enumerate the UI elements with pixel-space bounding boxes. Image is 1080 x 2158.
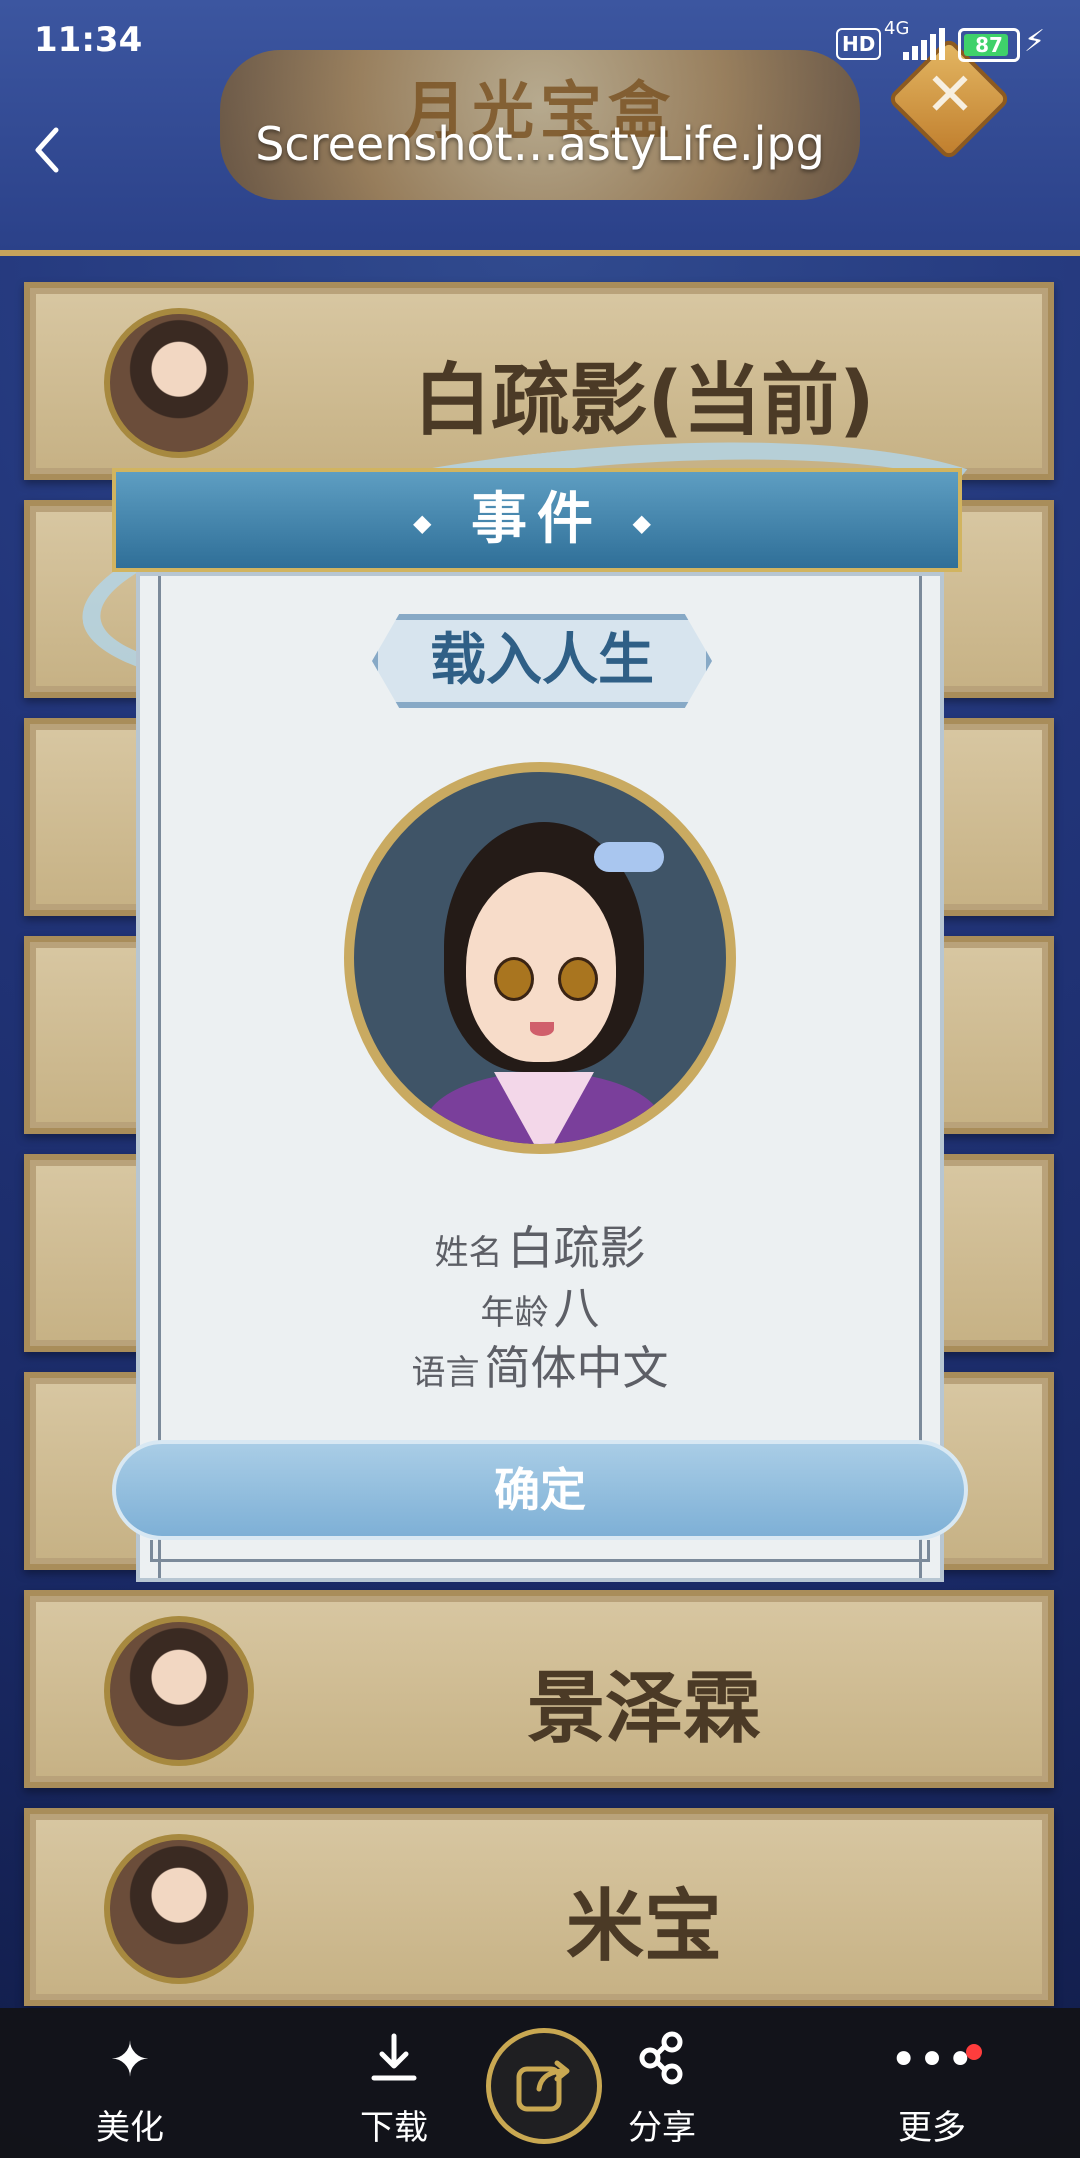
- portrait-eye-right: [558, 957, 598, 1001]
- hairpin-icon: [594, 842, 664, 872]
- character-name: 米宝: [565, 1882, 722, 1972]
- language-label: 语言: [411, 1353, 480, 1393]
- avatar: [104, 1834, 254, 1984]
- name-label: 姓名: [434, 1233, 503, 1273]
- magic-wand-icon: ✦: [109, 2032, 151, 2088]
- event-badge-label: 载入人生: [430, 628, 654, 693]
- name-value: 白疏影: [507, 1221, 646, 1275]
- character-name: 白疏影(当前): [413, 356, 875, 446]
- language-row: 语言 简体中文: [136, 1332, 944, 1398]
- confirm-button[interactable]: 确定: [112, 1440, 968, 1540]
- age-row: 年龄 八: [136, 1272, 944, 1338]
- portrait-eye-left: [494, 957, 534, 1001]
- dialog-bottom-rail: [150, 1540, 930, 1562]
- charging-icon: ⚡: [1024, 24, 1046, 59]
- beautify-button[interactable]: ✦ 美化: [70, 2030, 190, 2150]
- character-name: 景泽霖: [526, 1664, 761, 1754]
- more-icon: •••: [889, 2032, 975, 2088]
- download-label: 下载: [360, 2108, 428, 2148]
- share-label: 分享: [628, 2108, 696, 2148]
- status-time: 11:34: [34, 20, 143, 60]
- battery-level: 87: [975, 33, 1003, 57]
- beautify-label: 美化: [96, 2108, 164, 2148]
- character-portrait: [344, 762, 736, 1154]
- download-icon: [334, 2030, 454, 2090]
- character-card[interactable]: 景泽霖: [24, 1590, 1054, 1788]
- viewer-title: Screenshot…astyLife.jpg: [255, 117, 825, 171]
- name-row: 姓名 白疏影: [136, 1212, 944, 1278]
- hd-indicator: HD: [836, 28, 882, 60]
- share-icon: [602, 2030, 722, 2090]
- age-value: 八: [553, 1281, 600, 1335]
- language-value: 简体中文: [484, 1341, 669, 1395]
- character-card[interactable]: 米宝: [24, 1808, 1054, 2006]
- download-button[interactable]: 下载: [334, 2030, 454, 2150]
- status-bar: 11:34 HD 4G 87 ⚡: [0, 0, 1080, 84]
- share-button[interactable]: 分享: [602, 2030, 722, 2150]
- modal-heading: ◆ 事件 ◆: [413, 487, 661, 552]
- character-card[interactable]: 白疏影(当前): [24, 282, 1054, 480]
- avatar: [104, 1616, 254, 1766]
- portrait-mouth: [530, 1022, 554, 1036]
- modal-heading-text: 事件: [471, 487, 603, 552]
- avatar: [104, 308, 254, 458]
- more-label: 更多: [898, 2108, 966, 2148]
- age-label: 年龄: [480, 1293, 549, 1333]
- notification-dot: [966, 2044, 982, 2060]
- signal-icon: [903, 28, 947, 60]
- open-with-button[interactable]: [486, 2028, 602, 2144]
- battery-icon: 87: [958, 28, 1020, 62]
- share-forward-icon: [516, 2060, 570, 2112]
